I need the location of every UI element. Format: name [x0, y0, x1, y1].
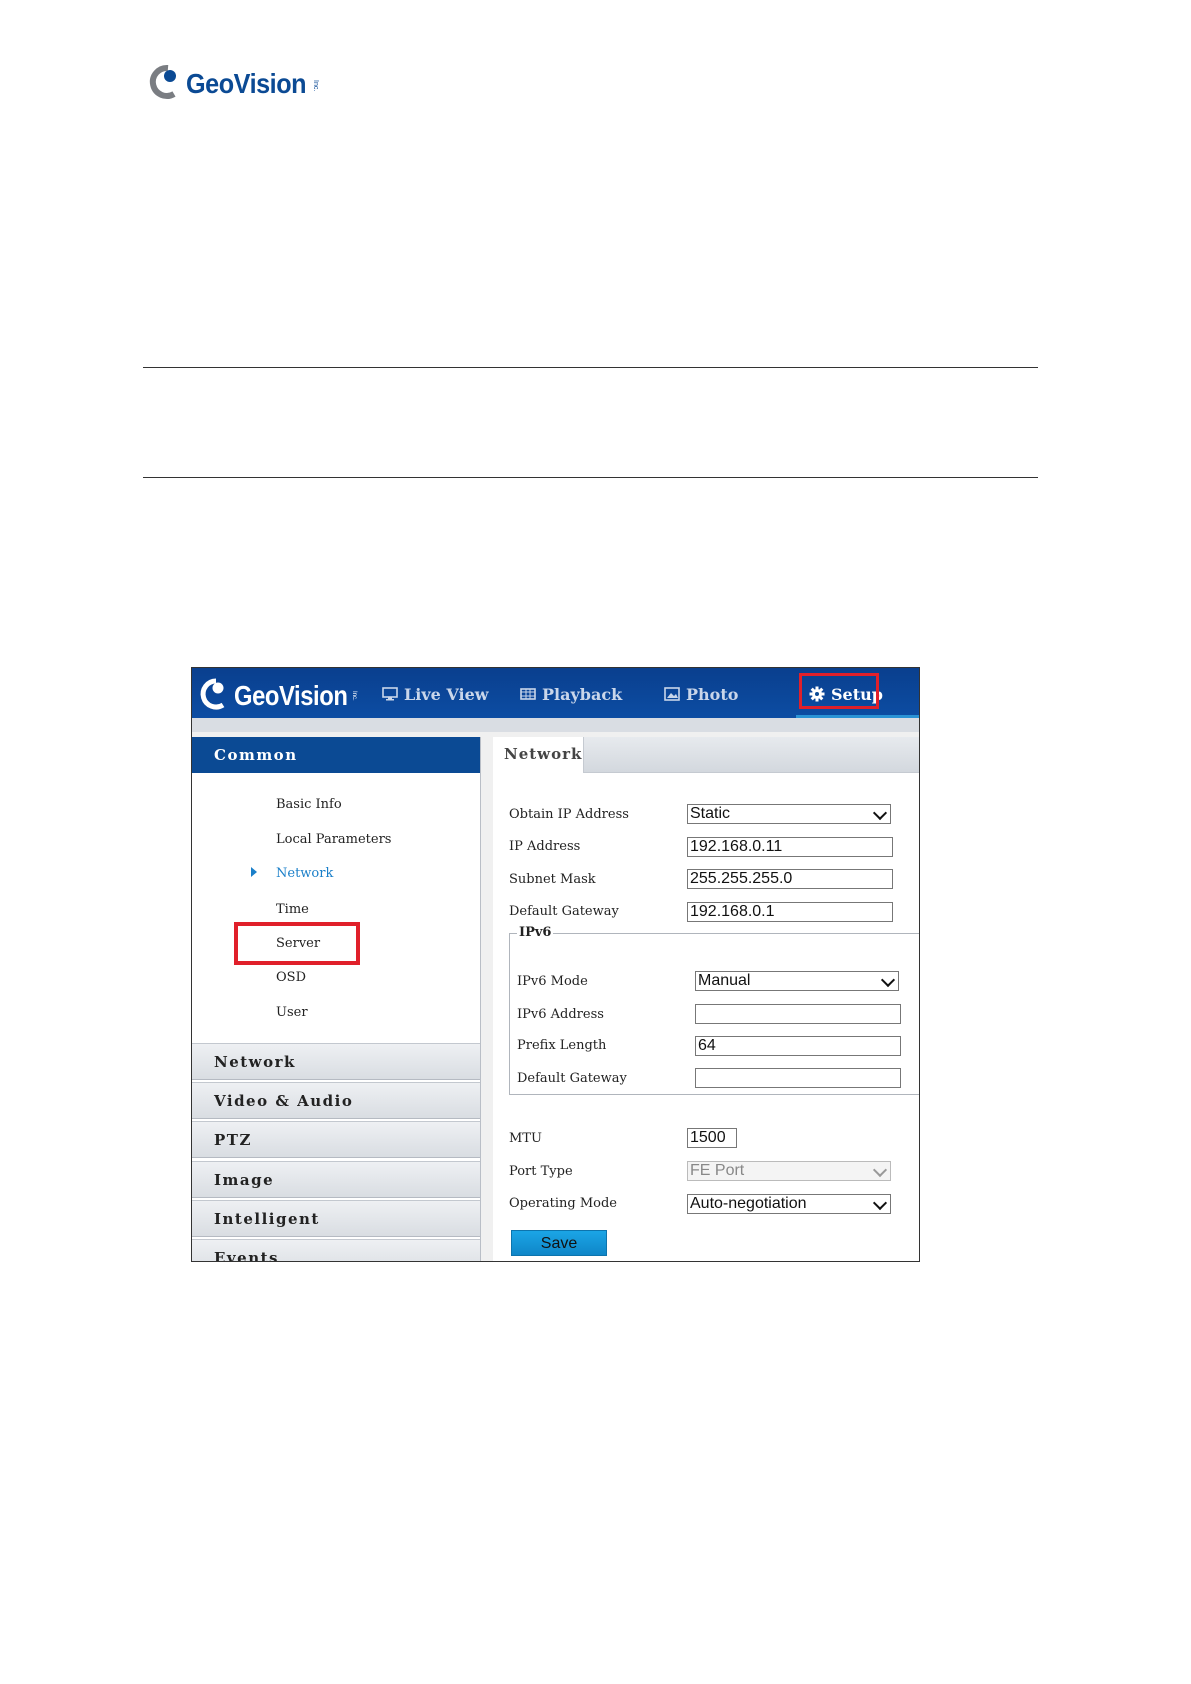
- operating-mode-label: Operating Mode: [509, 1196, 617, 1211]
- default-gateway-label: Default Gateway: [509, 904, 619, 919]
- sidebar-item-time[interactable]: Time: [276, 902, 309, 917]
- ip-address-input[interactable]: 192.168.0.11: [687, 837, 893, 857]
- port-type-value: FE Port: [690, 1162, 745, 1179]
- chevron-down-icon: [880, 972, 896, 988]
- geovision-logo-icon: [149, 64, 176, 99]
- port-type-select: FE Port: [687, 1161, 891, 1181]
- ip-address-label: IP Address: [509, 839, 581, 854]
- sidebar-group-video-audio[interactable]: Video & Audio: [192, 1082, 480, 1119]
- ipv6-default-gateway-label: Default Gateway: [517, 1071, 627, 1086]
- ipv6-mode-label: IPv6 Mode: [517, 974, 588, 989]
- obtain-ip-select[interactable]: Static: [687, 804, 891, 824]
- setup-screenshot: GeoVision Inc. Live View Playback Photo: [191, 667, 920, 1262]
- ipv6-legend: IPv6: [517, 925, 554, 940]
- default-gateway-input[interactable]: 192.168.0.1: [687, 902, 893, 922]
- ipv6-mode-value: Manual: [698, 972, 751, 989]
- sidebar: Common Basic Info Local Parameters Netwo…: [192, 737, 481, 1261]
- save-button[interactable]: Save: [511, 1230, 607, 1256]
- sidebar-group-ptz[interactable]: PTZ: [192, 1121, 480, 1158]
- obtain-ip-label: Obtain IP Address: [509, 807, 629, 822]
- network-settings-panel: Network Obtain IP Address Static IP Addr…: [493, 737, 919, 1261]
- sidebar-group-network[interactable]: Network: [192, 1043, 480, 1080]
- nav-label: Playback: [542, 684, 623, 704]
- port-type-label: Port Type: [509, 1164, 573, 1179]
- photo-icon: [664, 687, 680, 701]
- operating-mode-value: Auto-negotiation: [690, 1195, 807, 1212]
- monitor-icon: [382, 687, 398, 701]
- page-brand-name: GeoVision: [186, 68, 307, 99]
- nav-playback[interactable]: Playback: [520, 682, 622, 706]
- mtu-input[interactable]: 1500: [687, 1128, 737, 1148]
- geovision-logo-icon: [200, 678, 225, 710]
- app-brand-suffix: Inc.: [351, 691, 357, 701]
- nav-photo[interactable]: Photo: [664, 682, 738, 706]
- divider-top: [143, 367, 1038, 368]
- film-icon: [520, 688, 536, 700]
- sidebar-item-osd[interactable]: OSD: [276, 970, 306, 985]
- tab-network[interactable]: Network: [493, 737, 584, 773]
- sidebar-item-network[interactable]: Network: [276, 866, 333, 881]
- sidebar-group-events[interactable]: Events: [192, 1239, 480, 1261]
- app-brand-name: GeoVision: [234, 680, 348, 711]
- nav-live-view[interactable]: Live View: [382, 682, 489, 706]
- ipv6-address-input[interactable]: [695, 1004, 901, 1024]
- subnet-mask-label: Subnet Mask: [509, 872, 596, 887]
- page-brand-suffix: Inc.: [312, 80, 319, 92]
- obtain-ip-value: Static: [690, 805, 731, 822]
- mtu-label: MTU: [509, 1131, 542, 1146]
- nav-label: Photo: [686, 684, 739, 704]
- app-logo: GeoVision Inc.: [196, 674, 357, 714]
- prefix-length-input[interactable]: 64: [695, 1036, 901, 1056]
- chevron-down-icon: [872, 1162, 888, 1178]
- subnet-mask-input[interactable]: 255.255.255.0: [687, 869, 893, 889]
- sidebar-item-local-parameters[interactable]: Local Parameters: [276, 832, 391, 847]
- operating-mode-select[interactable]: Auto-negotiation: [687, 1194, 891, 1214]
- top-nav-bar: GeoVision Inc. Live View Playback Photo: [192, 668, 919, 718]
- ipv6-address-label: IPv6 Address: [517, 1007, 604, 1022]
- ipv6-mode-select[interactable]: Manual: [695, 971, 899, 991]
- page-logo: GeoVision Inc.: [146, 62, 326, 106]
- prefix-length-label: Prefix Length: [517, 1038, 607, 1053]
- chevron-down-icon: [872, 1195, 888, 1211]
- chevron-down-icon: [872, 805, 888, 821]
- sidebar-group-intelligent[interactable]: Intelligent: [192, 1200, 480, 1237]
- sidebar-item-server[interactable]: Server: [276, 936, 320, 951]
- sidebar-item-user[interactable]: User: [276, 1005, 308, 1020]
- sidebar-header-common[interactable]: Common: [192, 737, 480, 773]
- active-arrow-icon: [251, 867, 257, 877]
- tab-bar: Network: [493, 737, 919, 773]
- nav-label: Live View: [404, 684, 489, 704]
- sidebar-item-basic-info[interactable]: Basic Info: [276, 797, 342, 812]
- divider-bottom: [143, 477, 1038, 478]
- setup-highlight-box: [799, 673, 879, 709]
- ipv6-default-gateway-input[interactable]: [695, 1068, 901, 1088]
- topbar-spacer: [192, 718, 919, 732]
- sidebar-group-image[interactable]: Image: [192, 1161, 480, 1198]
